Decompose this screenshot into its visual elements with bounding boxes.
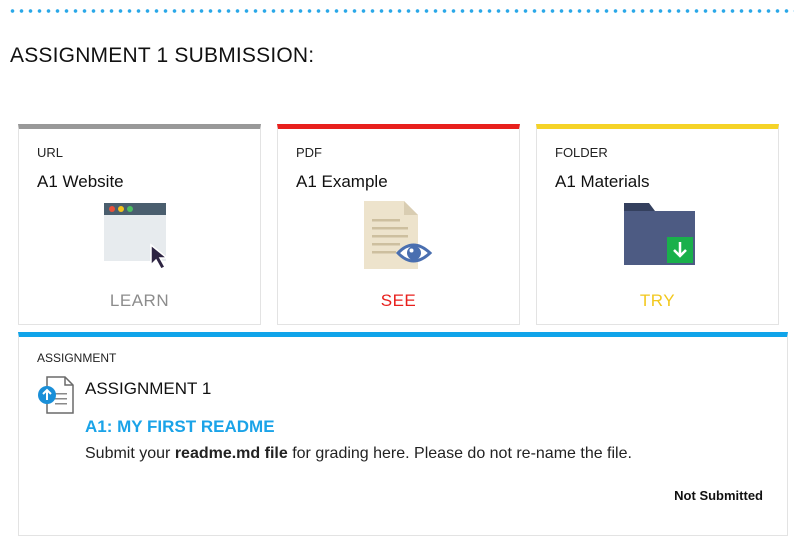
assignment-panel: ASSIGNMENT ASSIGNMENT 1 A1: MY FIRST REA… xyxy=(18,332,788,536)
submission-status: Not Submitted xyxy=(674,488,763,503)
card-url[interactable]: URL A1 Website LEARN xyxy=(18,124,261,325)
card-title[interactable]: A1 Website xyxy=(37,172,124,192)
card-pdf[interactable]: PDF A1 Example SEE xyxy=(277,124,520,325)
assignment-description: Submit your readme.md file for grading h… xyxy=(85,445,632,463)
try-button[interactable]: TRY xyxy=(537,291,778,311)
assignment-link[interactable]: A1: MY FIRST README xyxy=(85,417,275,437)
description-text: Submit your xyxy=(85,445,175,462)
card-title[interactable]: A1 Example xyxy=(296,172,388,192)
card-type-label: URL xyxy=(37,145,64,160)
description-filename: readme.md file xyxy=(174,445,288,462)
description-text: for grading here. Please do not re-name … xyxy=(287,445,632,462)
dotted-divider xyxy=(8,9,794,13)
document-eye-icon xyxy=(360,199,440,271)
browser-window-icon xyxy=(101,199,181,271)
see-button[interactable]: SEE xyxy=(278,291,519,311)
page-title: ASSIGNMENT 1 SUBMISSION: xyxy=(10,44,315,67)
assignment-title: ASSIGNMENT 1 xyxy=(85,379,212,398)
card-folder[interactable]: FOLDER A1 Materials TRY xyxy=(536,124,779,325)
card-type-label: PDF xyxy=(296,145,322,160)
learn-button[interactable]: LEARN xyxy=(19,291,260,311)
card-title[interactable]: A1 Materials xyxy=(555,172,649,192)
folder-download-icon xyxy=(619,199,699,271)
assignment-type-label: ASSIGNMENT xyxy=(37,351,117,365)
card-type-label: FOLDER xyxy=(555,145,608,160)
file-upload-icon xyxy=(35,373,77,415)
